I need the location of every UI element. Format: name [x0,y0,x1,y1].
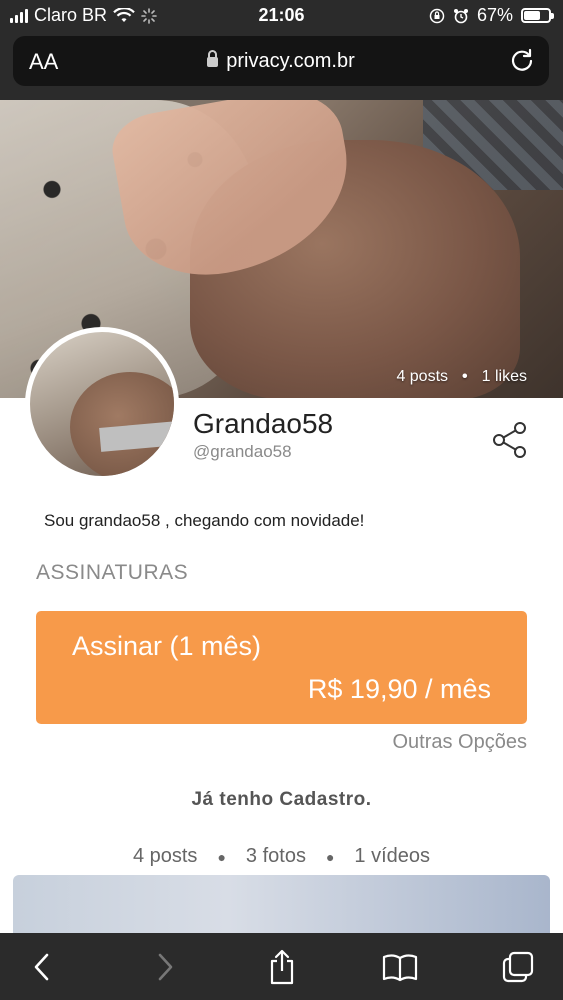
battery-level [524,11,541,20]
reload-icon[interactable] [509,47,535,73]
photos-tab[interactable]: 3 fotos [246,845,306,868]
profile-name: Grandao58 [193,408,334,439]
status-right: 67% [429,5,554,26]
status-bar: Claro BR 21:06 67% [0,0,563,32]
tabs-button[interactable] [498,947,538,987]
cover-stats: 4 posts • 1 likes [396,368,527,386]
share-sheet-button[interactable] [262,947,302,987]
chevron-right-icon [158,953,173,981]
share-icon[interactable] [491,421,529,459]
back-button[interactable] [22,947,62,987]
separator-dot: ● [217,848,226,865]
browser-toolbar [0,933,563,1000]
videos-tab[interactable]: 1 vídeos [354,845,430,868]
separator-dot: • [462,368,468,385]
posts-tab[interactable]: 4 posts [133,845,197,868]
battery-icon [521,8,554,23]
subscriptions-title: ASSINATURAS [36,561,189,584]
login-link[interactable]: Já tenho Cadastro. [0,789,563,811]
subscribe-plan-price: R$ 19,90 / mês [307,674,491,704]
cover-likes-count: 1 likes [481,368,527,385]
avatar[interactable] [25,327,179,481]
profile-bio: Sou grandao58 , chegando com novidade! [44,511,365,530]
separator-dot: ● [325,848,335,865]
book-icon [382,954,418,982]
subscribe-plan-label: Assinar (1 mês) [72,631,262,661]
battery-percent: 67% [476,5,513,25]
forward-button[interactable] [145,947,185,987]
browser-header: AA privacy.com.br [0,32,563,100]
url-field[interactable]: privacy.com.br [13,50,549,73]
other-options-link[interactable]: Outras Opções [392,731,527,754]
tabs-icon [502,951,534,983]
cover-posts-count: 4 posts [396,368,449,385]
profile-handle: @grandao58 [193,442,292,461]
chevron-left-icon [34,953,49,981]
orientation-lock-icon [429,8,445,23]
share-upload-icon [270,949,294,985]
bookmarks-button[interactable] [380,947,420,987]
alarm-icon [453,8,468,23]
url-text: privacy.com.br [226,50,355,72]
content-stats: 4 posts ● 3 fotos ● 1 vídeos [0,845,563,868]
subscribe-button[interactable]: Assinar (1 mês) R$ 19,90 / mês [36,611,527,724]
address-bar[interactable]: AA privacy.com.br [13,36,549,86]
lock-icon [207,50,219,67]
